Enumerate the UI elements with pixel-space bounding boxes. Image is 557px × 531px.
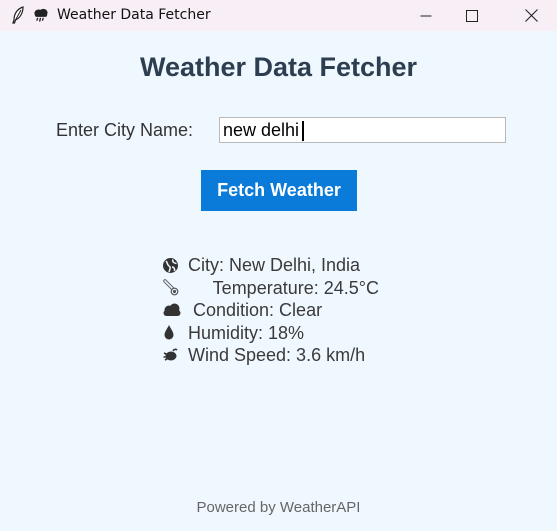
city-label: Enter City Name: <box>56 120 194 140</box>
title-bar: Weather Data Fetcher <box>0 0 557 31</box>
text-caret <box>302 121 304 141</box>
result-wind-text: Wind Speed: 3.6 km/h <box>188 345 366 365</box>
city-input[interactable] <box>219 117 506 143</box>
window-title: Weather Data Fetcher <box>57 7 211 23</box>
minimize-icon <box>420 15 432 16</box>
close-button[interactable] <box>508 0 554 31</box>
cloud-icon <box>162 301 182 319</box>
weather-results: City: New Delhi, India Temperature: 24.5… <box>162 254 379 367</box>
result-humidity-text: Humidity: 18% <box>188 322 305 343</box>
storm-cloud-icon <box>33 6 49 24</box>
result-city: City: New Delhi, India <box>162 254 379 277</box>
feather-icon <box>10 6 26 24</box>
fetch-weather-button[interactable]: Fetch Weather <box>201 170 357 211</box>
result-temperature: Temperature: 24.5°C <box>162 277 379 300</box>
thermometer-icon <box>162 279 182 297</box>
wind-icon <box>162 346 182 364</box>
maximize-button[interactable] <box>449 0 495 31</box>
footer-credit: Powered by WeatherAPI <box>196 499 361 516</box>
minimize-button[interactable] <box>403 0 449 31</box>
droplet-icon <box>162 324 182 342</box>
result-condition-text: Condition: Clear <box>188 300 323 320</box>
result-city-text: City: New Delhi, India <box>188 255 361 275</box>
result-humidity: Humidity: 18% <box>162 322 379 345</box>
globe-icon <box>162 256 182 274</box>
maximize-icon <box>466 9 478 22</box>
result-wind: Wind Speed: 3.6 km/h <box>162 344 379 367</box>
close-icon <box>524 9 538 22</box>
result-temperature-text: Temperature: 24.5°C <box>188 277 379 298</box>
result-condition: Condition: Clear <box>162 299 379 322</box>
page-title: Weather Data Fetcher <box>139 52 418 82</box>
app-window: Weather Data Fetcher Weather Data Fetche… <box>0 0 557 531</box>
